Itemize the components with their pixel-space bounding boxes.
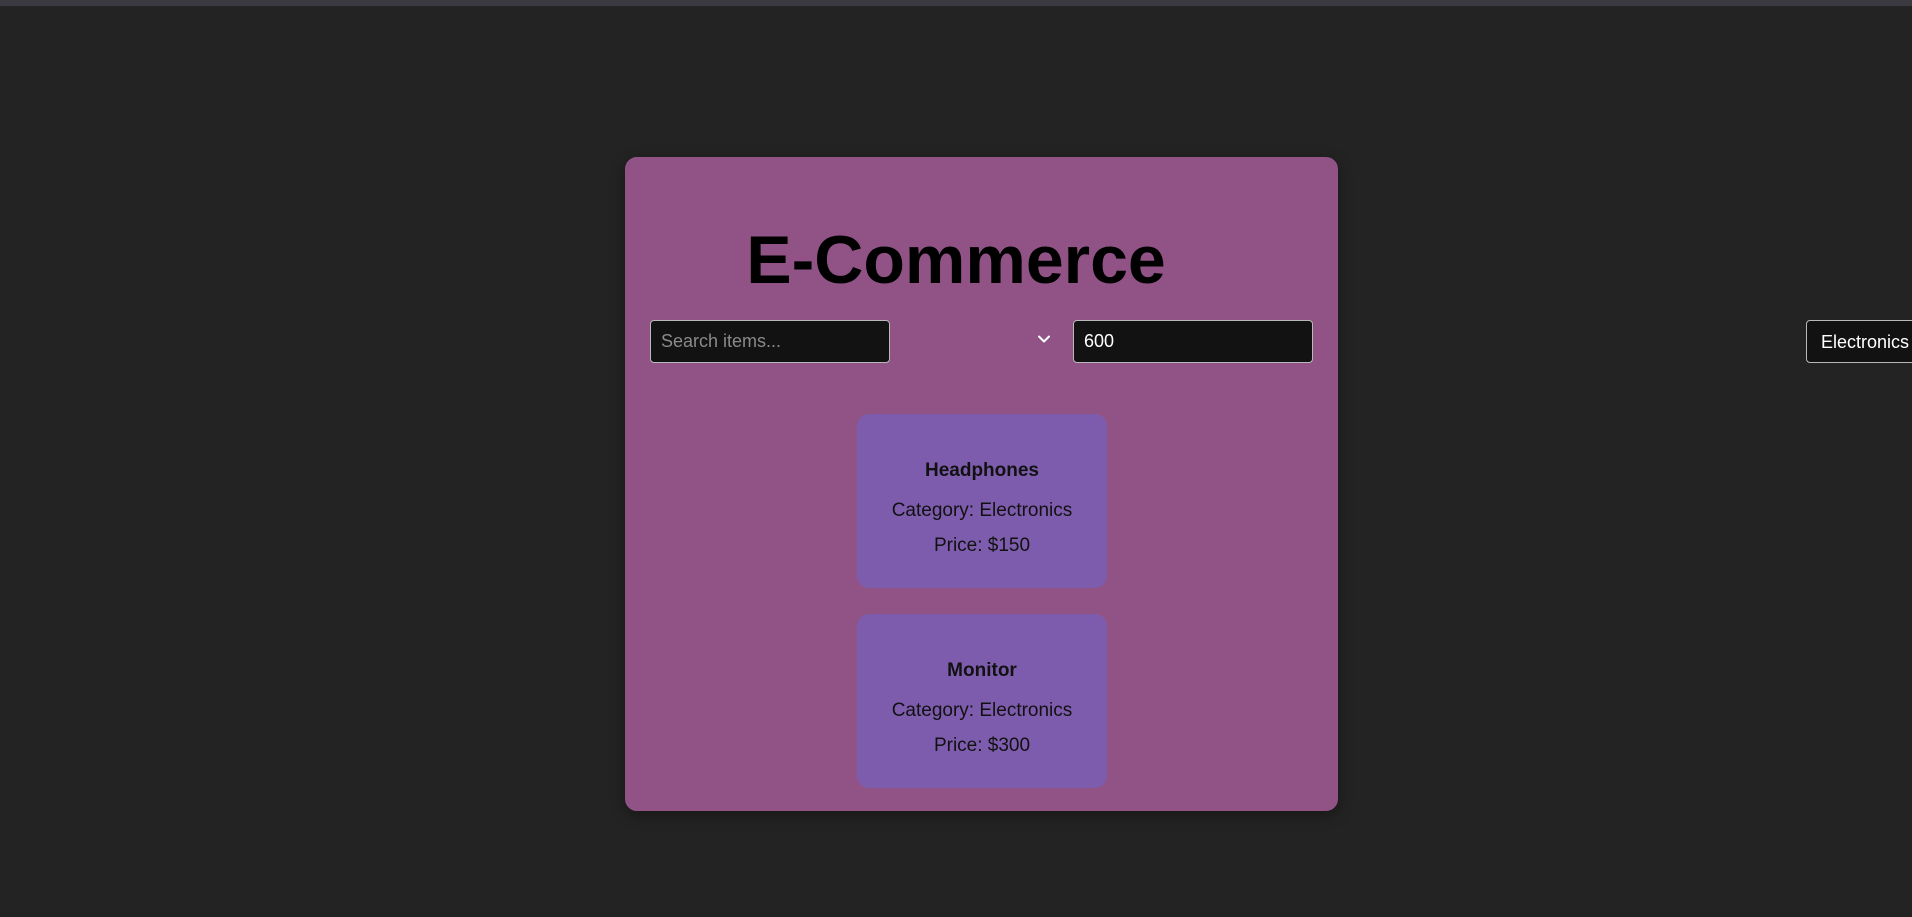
- product-card: Headphones Category: Electronics Price: …: [857, 414, 1107, 588]
- page-title: E-Commerce: [746, 222, 1166, 298]
- product-name: Monitor: [947, 660, 1017, 681]
- product-price: Price: $150: [933, 535, 1031, 556]
- product-card: Monitor Category: Electronics Price: $30…: [857, 614, 1107, 788]
- search-input[interactable]: [650, 320, 890, 363]
- product-price: Price: $300: [933, 735, 1031, 756]
- category-select-wrapper[interactable]: Electronics: [903, 320, 1912, 363]
- product-name: Headphones: [924, 460, 1040, 481]
- max-price-input[interactable]: [1073, 320, 1313, 363]
- chevron-down-icon: [1038, 335, 1050, 343]
- product-category: Category: Electronics: [891, 500, 1073, 521]
- category-select[interactable]: Electronics: [1806, 320, 1912, 363]
- product-category: Category: Electronics: [891, 700, 1073, 721]
- browser-top-strip: [0, 0, 1912, 6]
